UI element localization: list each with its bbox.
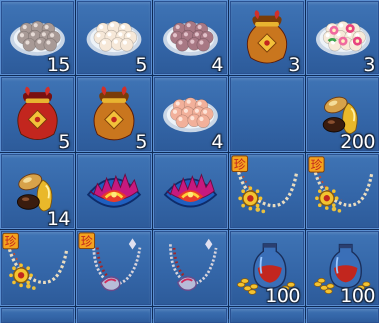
- inventory-slot[interactable]: 14: [0, 153, 75, 229]
- item-quantity: 3: [288, 54, 300, 75]
- inventory-slot[interactable]: [229, 307, 305, 323]
- inventory-slot[interactable]: 4: [153, 0, 228, 75]
- inventory-slot[interactable]: [153, 153, 228, 229]
- item-quantity: 4: [211, 54, 223, 75]
- svg-text:珍: 珍: [5, 235, 17, 249]
- inventory-slot[interactable]: [0, 307, 75, 323]
- inventory-slot[interactable]: [229, 76, 305, 152]
- inventory-slot[interactable]: 珍: [229, 153, 305, 229]
- inventory-slot[interactable]: 5: [0, 76, 75, 152]
- inventory-slot[interactable]: [76, 307, 152, 323]
- item-quantity: 15: [46, 54, 71, 75]
- item-quantity: 5: [135, 131, 147, 152]
- inventory-slot[interactable]: 5: [76, 0, 152, 75]
- inventory-slot[interactable]: 200: [306, 76, 379, 152]
- item-quantity: 5: [58, 131, 70, 152]
- item-quantity: 3: [363, 54, 375, 75]
- item-quantity: 200: [340, 131, 375, 152]
- inventory-slot[interactable]: 3: [306, 0, 379, 75]
- inventory-slot[interactable]: [153, 307, 228, 323]
- item-quantity: 100: [340, 285, 375, 306]
- inventory-slot[interactable]: 3: [229, 0, 305, 75]
- item-quantity: 5: [135, 54, 147, 75]
- inventory-slot[interactable]: 15: [0, 0, 75, 75]
- inventory-slot[interactable]: 100: [306, 230, 379, 306]
- inventory-slot[interactable]: 5: [76, 76, 152, 152]
- item-quantity: 14: [46, 208, 71, 229]
- item-quantity: 4: [211, 131, 223, 152]
- inventory-slot[interactable]: 珍: [306, 153, 379, 229]
- inventory-slot[interactable]: [306, 307, 379, 323]
- inventory-slot[interactable]: 珍: [0, 230, 75, 306]
- inventory-slot[interactable]: [153, 230, 228, 306]
- inventory-slot[interactable]: 4: [153, 76, 228, 152]
- svg-text:珍: 珍: [81, 234, 93, 248]
- inventory-slot[interactable]: 珍: [76, 230, 152, 306]
- inventory-slot[interactable]: 100: [229, 230, 305, 306]
- inventory-grid: 15 5 4 33 5 54 200 14 珍珍珍珍 100 100: [0, 0, 379, 323]
- inventory-slot[interactable]: [76, 153, 152, 229]
- svg-text:珍: 珍: [234, 157, 246, 171]
- svg-text:珍: 珍: [311, 158, 323, 172]
- item-quantity: 100: [265, 285, 300, 306]
